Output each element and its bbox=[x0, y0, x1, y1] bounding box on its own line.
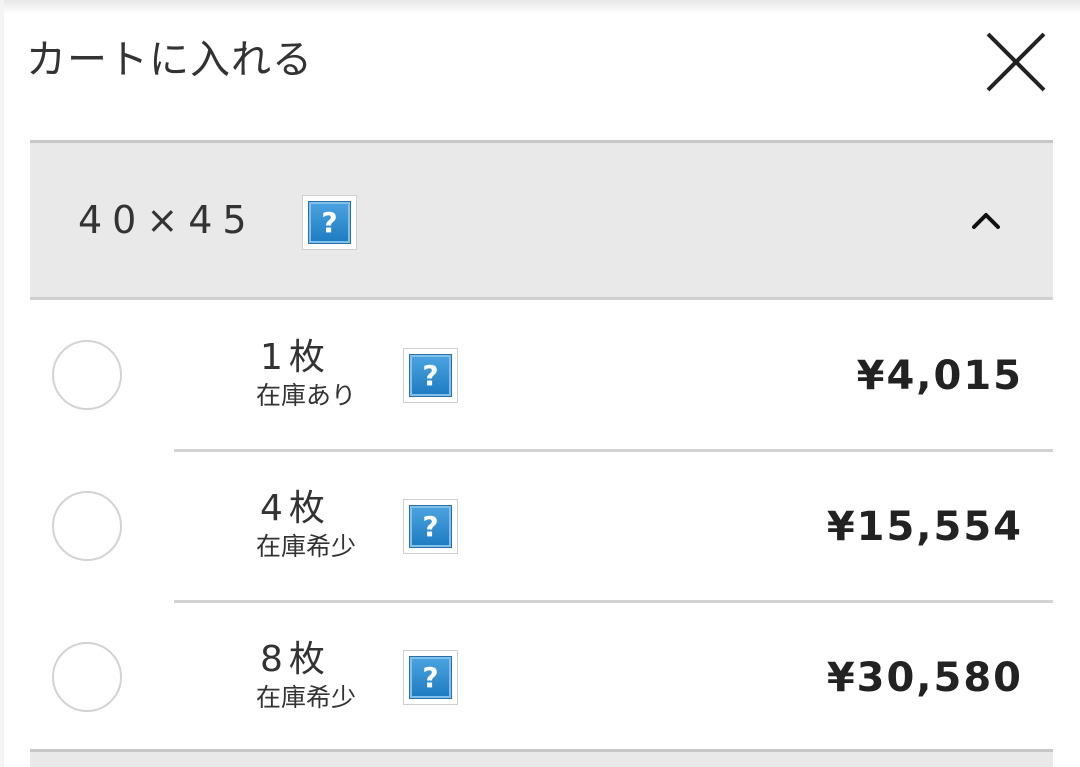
top-shadow bbox=[0, 0, 1080, 14]
option-price: ¥15,554 bbox=[826, 504, 1023, 550]
option-radio[interactable] bbox=[52, 491, 122, 561]
size-label: 40×45 bbox=[78, 198, 257, 242]
help-icon: ? bbox=[410, 506, 451, 547]
dialog-title: カートに入れる bbox=[26, 37, 313, 83]
close-icon bbox=[986, 32, 1046, 92]
help-icon: ? bbox=[410, 657, 451, 698]
option-row[interactable]: 8枚 在庫希少 ? ¥30,580 bbox=[30, 602, 1053, 752]
help-icon: ? bbox=[410, 355, 451, 396]
option-help-button[interactable]: ? bbox=[403, 499, 458, 554]
size-help-button[interactable]: ? bbox=[302, 195, 357, 250]
option-stock-status: 在庫希少 bbox=[256, 683, 357, 712]
collapse-button[interactable] bbox=[968, 205, 1004, 235]
help-icon: ? bbox=[309, 202, 350, 243]
left-edge bbox=[0, 0, 4, 767]
next-section-header[interactable] bbox=[30, 749, 1053, 767]
close-button[interactable] bbox=[978, 24, 1054, 100]
option-quantity: 4枚 bbox=[260, 488, 331, 529]
option-help-button[interactable]: ? bbox=[403, 348, 458, 403]
option-row[interactable]: 4枚 在庫希少 ? ¥15,554 bbox=[30, 451, 1053, 601]
option-stock-status: 在庫希少 bbox=[256, 532, 357, 561]
chevron-up-icon bbox=[972, 213, 1000, 229]
option-row[interactable]: 1枚 在庫あり ? ¥4,015 bbox=[30, 300, 1053, 450]
size-section-header[interactable]: 40×45 ? bbox=[30, 140, 1053, 300]
option-price: ¥4,015 bbox=[856, 353, 1023, 399]
option-quantity: 1枚 bbox=[260, 337, 331, 378]
option-quantity: 8枚 bbox=[260, 639, 331, 680]
option-radio[interactable] bbox=[52, 340, 122, 410]
option-help-button[interactable]: ? bbox=[403, 650, 458, 705]
option-radio[interactable] bbox=[52, 642, 122, 712]
option-price: ¥30,580 bbox=[826, 655, 1023, 701]
option-stock-status: 在庫あり bbox=[256, 381, 357, 410]
